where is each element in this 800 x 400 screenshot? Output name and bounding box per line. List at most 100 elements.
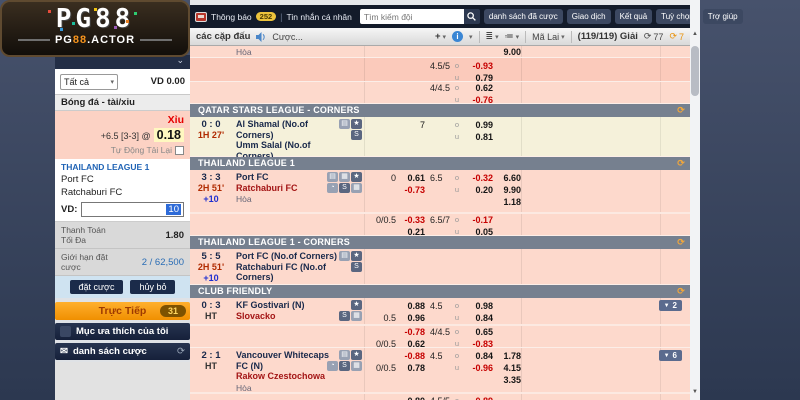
nav-bet-list-button[interactable]: danh sách đã cược [484, 9, 563, 24]
scrollbar-thumb[interactable] [691, 46, 699, 96]
bet-list-button[interactable]: ✉ danh sách cược ⟳ [55, 343, 190, 360]
odds-1x2[interactable]: 6.60 [493, 172, 521, 184]
nav-help-button[interactable]: Trợ giúp [703, 9, 743, 24]
odds-1x2[interactable]: 9.90 [493, 184, 521, 196]
star-icon[interactable]: ★ [351, 350, 362, 360]
add-control[interactable]: + ▾ [435, 31, 446, 42]
stats-icon[interactable]: S [351, 262, 362, 272]
balance-value: VD 0.00 [151, 76, 185, 87]
over-odds[interactable]: 0.62 [463, 82, 493, 94]
place-bet-button[interactable]: đặt cược [70, 280, 124, 294]
under-odds[interactable]: 0.81 [463, 131, 493, 143]
over-odds[interactable]: 0.65 [463, 326, 493, 338]
scroll-down-icon[interactable]: ▼ [690, 389, 700, 395]
sidebar-collapsed-bar[interactable]: ⌄ [55, 55, 190, 69]
view-control[interactable]: ≔ ▾ [505, 31, 520, 42]
refresh-icon[interactable]: ⟳ [677, 236, 685, 249]
odds-1x2[interactable]: 4.15 [493, 362, 521, 374]
hdp-odds[interactable]: 0.61 [399, 172, 425, 184]
notifications-link[interactable]: Thông báo [211, 12, 252, 22]
hdp-odds[interactable]: 0.78 [399, 362, 425, 374]
league-header-thailand-corners[interactable]: THAILAND LEAGUE 1 - CORNERS ⟳ [190, 236, 690, 249]
refresh-control[interactable]: ⟳ 77 [644, 31, 664, 42]
cancel-bet-button[interactable]: hủy bỏ [130, 280, 175, 294]
pg88-logo[interactable]: PG88 PG88.ACTOR [0, 0, 190, 57]
under-odds[interactable]: 0.84 [463, 312, 493, 324]
favorites-button[interactable]: Mục ưa thích của tôi [55, 323, 190, 340]
odds-1x2[interactable]: 3.35 [493, 374, 521, 386]
stake-input[interactable]: 10 [81, 202, 184, 217]
odds-1x2[interactable]: 9.00 [493, 46, 521, 58]
under-marker: u [451, 131, 463, 143]
hdp-odds[interactable]: 0.96 [399, 312, 425, 324]
star-icon[interactable]: ★ [351, 172, 362, 182]
notification-count-badge: 252 [256, 12, 277, 21]
nav-transactions-button[interactable]: Giao dịch [567, 9, 611, 24]
over-marker: o [451, 60, 463, 72]
scroll-up-icon[interactable]: ▲ [690, 31, 700, 37]
clock-icon[interactable]: ◔ [327, 361, 338, 371]
stats-icon[interactable]: S [339, 183, 350, 193]
prev-match-draw-row: Hòa 9.00 [190, 46, 690, 58]
tv-icon[interactable]: ▤ [339, 251, 350, 261]
clock-icon[interactable]: ◔ [327, 183, 338, 193]
search-input[interactable] [360, 9, 464, 24]
grid-icon[interactable]: ▦ [351, 361, 362, 371]
odds-1x2[interactable]: 1.18 [493, 196, 521, 208]
more-bets-badge[interactable]: ▼2 [659, 300, 682, 311]
chevron-down-icon[interactable]: ▾ [469, 33, 473, 41]
goal-line: 4.5 [425, 300, 451, 312]
messages-link[interactable]: Tin nhắn cá nhân [287, 12, 352, 22]
tv-icon[interactable]: ▤ [339, 350, 350, 360]
info-icon[interactable]: i [452, 31, 463, 42]
speaker-icon[interactable] [256, 32, 266, 42]
nav-results-button[interactable]: Kết quả [615, 9, 653, 24]
tv-icon[interactable]: ▤ [339, 119, 350, 129]
under-odds[interactable]: 0.20 [463, 184, 493, 196]
league-header-club-friendly[interactable]: CLUB FRIENDLY ⟳ [190, 285, 690, 298]
search-button[interactable] [464, 9, 480, 24]
grid-icon[interactable]: ▦ [351, 311, 362, 321]
hdp-odds[interactable]: -0.33 [399, 214, 425, 226]
league-header-qatar[interactable]: QATAR STARS LEAGUE - CORNERS ⟳ [190, 104, 690, 117]
hdp-odds[interactable]: 0.88 [399, 300, 425, 312]
over-odds[interactable]: 0.84 [463, 350, 493, 362]
stats-icon[interactable]: S [351, 130, 362, 140]
grid-icon[interactable]: ▦ [351, 183, 362, 193]
tv-icon[interactable]: ▤ [327, 172, 338, 182]
refresh-icon[interactable]: ⟳ [177, 346, 185, 357]
draw-label: Hòa [236, 194, 338, 205]
refresh-icon[interactable]: ⟳ [677, 285, 685, 298]
star-icon[interactable]: ★ [351, 251, 362, 261]
stats-icon[interactable]: S [339, 311, 350, 321]
over-odds[interactable]: 0.99 [463, 119, 493, 131]
over-odds[interactable]: -0.89 [463, 395, 493, 400]
odds-type-select[interactable]: Mã Lai ▾ [532, 32, 565, 42]
auto-refresh-control[interactable]: ⟳ 7 [669, 31, 684, 42]
over-odds[interactable]: -0.32 [463, 172, 493, 184]
odds-1x2[interactable]: 1.78 [493, 350, 521, 362]
over-odds[interactable]: -0.17 [463, 214, 493, 226]
hdp-odds[interactable]: -0.78 [399, 326, 425, 338]
star-icon[interactable]: ★ [351, 300, 362, 310]
live-section-button[interactable]: Trực Tiếp 31 [55, 302, 190, 320]
filter-select[interactable]: Tất cả ▾ [60, 74, 118, 90]
refresh-icon[interactable]: ⟳ [677, 157, 685, 170]
over-odds[interactable]: -0.93 [463, 60, 493, 72]
stats-icon[interactable]: S [339, 361, 350, 371]
star-icon[interactable]: ★ [351, 119, 362, 129]
league-header-thailand[interactable]: THAILAND LEAGUE 1 ⟳ [190, 157, 690, 170]
over-odds[interactable]: 0.98 [463, 300, 493, 312]
auto-reload-checkbox[interactable] [175, 146, 184, 155]
match-time: 2H 51' [190, 262, 232, 273]
refresh-icon[interactable]: ⟳ [677, 104, 685, 117]
hdp-odds[interactable]: 0.80 [399, 395, 425, 400]
hdp-odds[interactable]: -0.73 [399, 184, 425, 196]
vertical-scrollbar[interactable]: ▲ ▼ [690, 0, 700, 400]
under-odds[interactable]: -0.96 [463, 362, 493, 374]
more-bets-badge[interactable]: ▼6 [659, 350, 682, 361]
chart-icon[interactable]: ▦ [339, 172, 350, 182]
away-team: Rakow Czestochowa [236, 371, 325, 381]
sort-control[interactable]: ≣ ▾ [486, 31, 499, 42]
hdp-odds[interactable]: -0.88 [399, 350, 425, 362]
